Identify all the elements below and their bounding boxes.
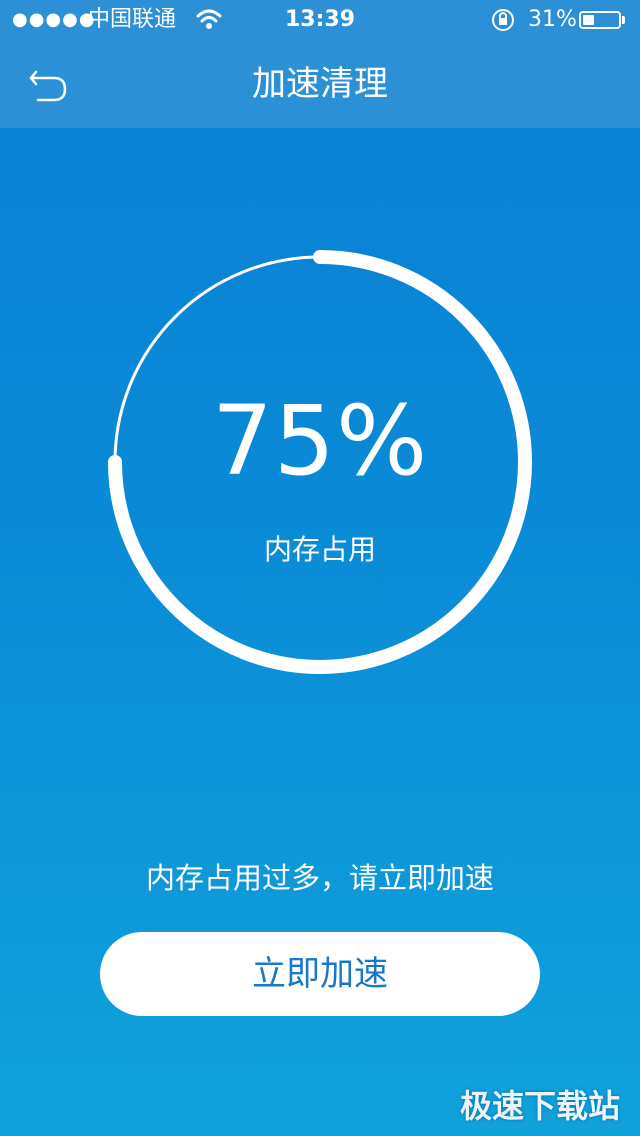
battery-icon <box>579 11 621 29</box>
warning-message: 内存占用过多，请立即加速 <box>145 861 494 895</box>
page-title: 加速清理 <box>252 64 388 104</box>
battery-percent: 31% <box>528 7 577 32</box>
header: ●●●●● 中国联通 13:39 31% 加速清理 <box>0 0 640 128</box>
memory-usage-label: 内存占用 <box>263 533 376 566</box>
memory-usage-percent: 75% <box>211 385 429 497</box>
memory-gauge: 75% 内存占用 <box>106 248 534 676</box>
nav-bar: 加速清理 <box>0 40 640 128</box>
battery-level-fill <box>583 15 594 25</box>
status-bar: ●●●●● 中国联通 13:39 31% <box>0 0 640 40</box>
speed-up-button[interactable]: 立即加速 <box>100 932 540 1016</box>
watermark: 极速下载站 <box>459 1087 620 1125</box>
battery-tip <box>622 16 625 24</box>
